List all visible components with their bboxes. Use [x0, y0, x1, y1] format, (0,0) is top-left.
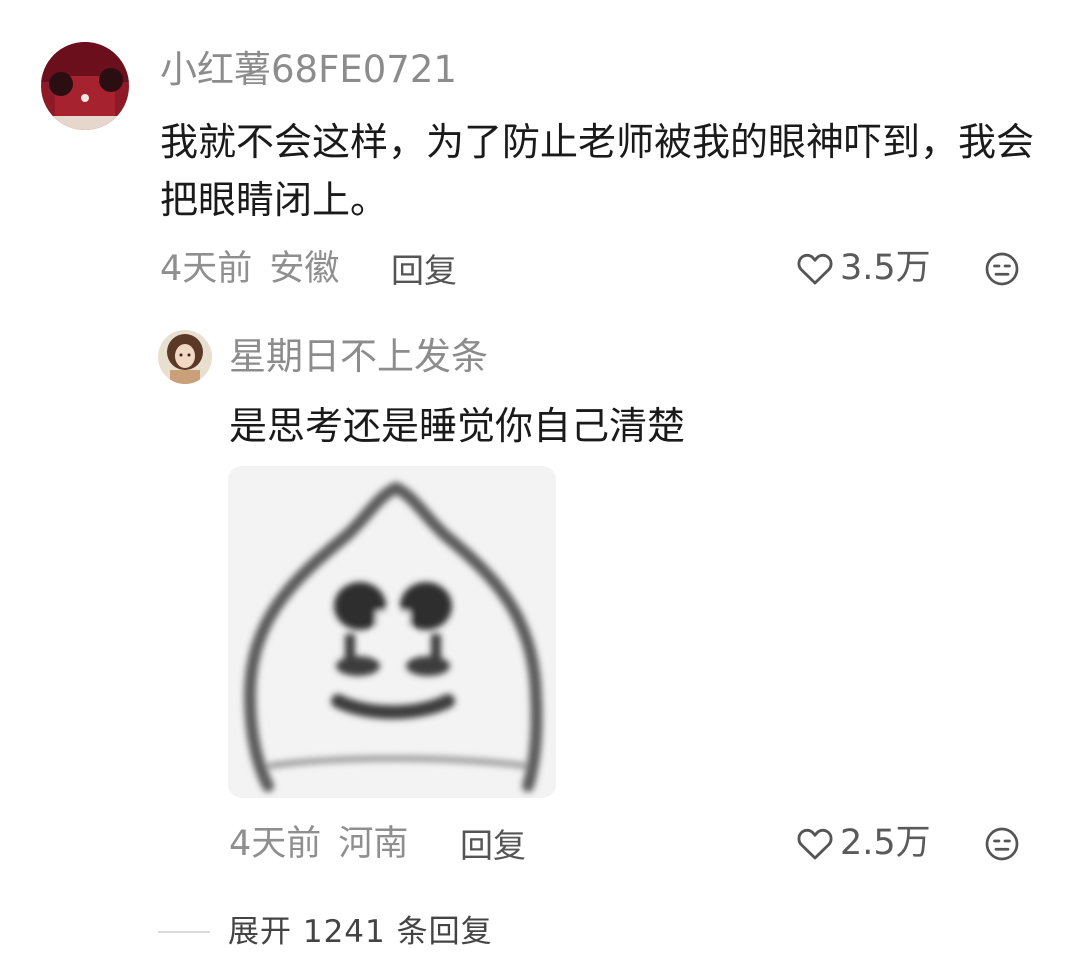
- reply-button[interactable]: 回复: [391, 254, 457, 287]
- reply-text: 是思考还是睡觉你自己清楚: [229, 404, 686, 448]
- reply-like-count: 2.5万: [840, 822, 931, 863]
- reply-avatar[interactable]: [158, 330, 212, 384]
- comment-location: 安徽: [269, 249, 340, 289]
- heart-outline-icon: [796, 250, 834, 286]
- expand-replies-button[interactable]: 展开 1241 条回复: [228, 917, 493, 948]
- blob-face-sticker-icon: [228, 466, 556, 798]
- comment-meta: 4天前 安徽: [160, 252, 339, 287]
- reply-time: 4天前: [229, 824, 322, 864]
- avatar[interactable]: [41, 42, 129, 130]
- reply-location: 河南: [338, 824, 409, 864]
- heart-outline-icon: [796, 825, 834, 861]
- comment-username[interactable]: 小红薯68FE0721: [160, 51, 457, 88]
- like-button[interactable]: 3.5万: [796, 250, 931, 286]
- expand-divider: [158, 931, 210, 933]
- reply-username[interactable]: 星期日不上发条: [229, 338, 488, 375]
- reply-meta: 4天前 河南: [229, 827, 408, 862]
- meh-face-icon[interactable]: [984, 251, 1020, 287]
- reply-avatar-image: [158, 330, 212, 384]
- reply-reply-button[interactable]: 回复: [460, 829, 526, 862]
- comment-time: 4天前: [160, 249, 253, 289]
- meh-face-icon[interactable]: [984, 826, 1020, 862]
- like-count: 3.5万: [840, 247, 931, 288]
- comment-text: 我就不会这样，为了防止老师被我的眼神吓到，我会把眼睛闭上。: [160, 120, 1035, 222]
- reply-like-button[interactable]: 2.5万: [796, 825, 931, 861]
- avatar-image: [41, 42, 129, 130]
- sticker-image[interactable]: [228, 466, 556, 798]
